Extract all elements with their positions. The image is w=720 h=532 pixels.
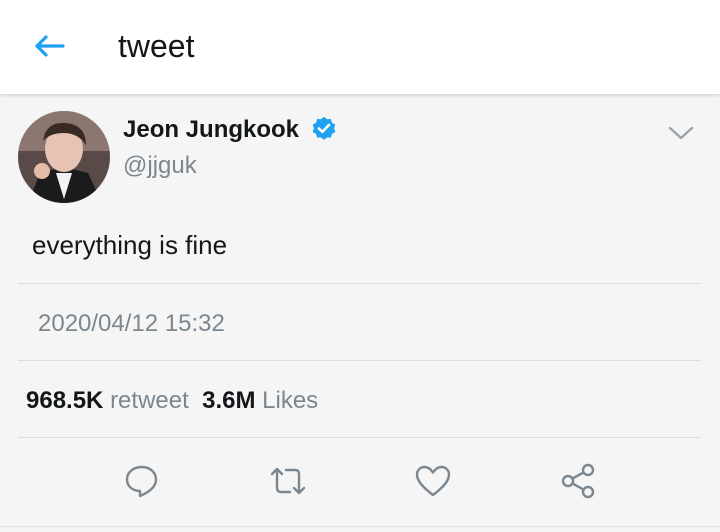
- back-button[interactable]: [26, 26, 72, 66]
- chevron-down-icon[interactable]: [666, 121, 696, 145]
- divider: [18, 360, 701, 361]
- arrow-left-icon: [35, 35, 65, 57]
- divider: [18, 437, 701, 438]
- retweet-label[interactable]: retweet: [110, 387, 189, 414]
- avatar-image: [18, 111, 110, 203]
- share-icon: [561, 463, 595, 499]
- tweet-timestamp: 2020/04/12 15:32: [38, 310, 225, 337]
- verified-badge-icon: [312, 116, 336, 140]
- reply-icon: [125, 465, 158, 498]
- retweet-count[interactable]: 968.5K: [26, 387, 103, 414]
- top-bar: tweet: [0, 0, 720, 94]
- like-count[interactable]: 3.6M: [202, 387, 255, 414]
- author-display-name[interactable]: Jeon Jungkook: [123, 115, 299, 145]
- reply-button[interactable]: [120, 459, 164, 503]
- avatar[interactable]: [18, 111, 110, 203]
- like-button[interactable]: [411, 459, 455, 503]
- page-title: tweet: [118, 28, 195, 64]
- divider: [18, 283, 701, 284]
- divider: [0, 526, 720, 527]
- tweet-stats: 968.5K retweet 3.6M Likes: [26, 386, 318, 416]
- retweet-icon: [270, 467, 306, 495]
- retweet-button[interactable]: [266, 459, 310, 503]
- heart-icon: [415, 465, 451, 497]
- tweet-text: everything is fine: [32, 230, 228, 260]
- like-label[interactable]: Likes: [262, 387, 318, 414]
- author-handle[interactable]: @jjguk: [123, 151, 197, 181]
- share-button[interactable]: [556, 459, 600, 503]
